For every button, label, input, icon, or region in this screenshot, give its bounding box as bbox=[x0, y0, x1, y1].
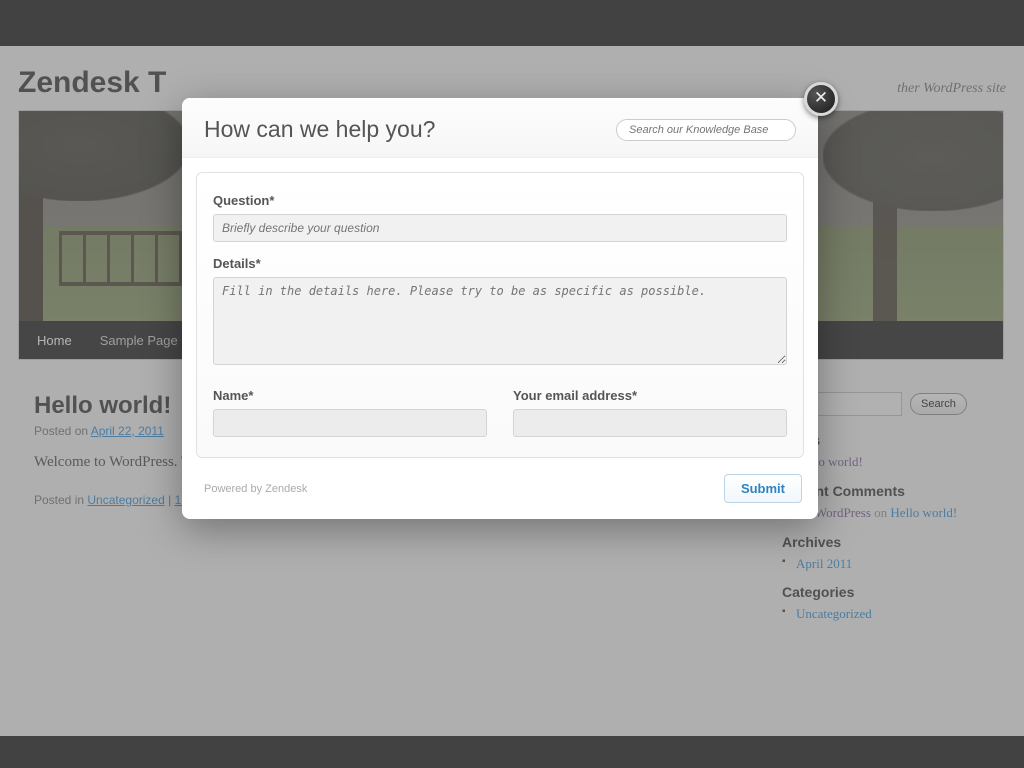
details-label: Details* bbox=[213, 256, 787, 271]
question-label: Question* bbox=[213, 193, 787, 208]
email-label: Your email address* bbox=[513, 388, 787, 403]
close-icon: ✕ bbox=[814, 88, 828, 107]
modal-title: How can we help you? bbox=[204, 116, 435, 143]
powered-by-text: Powered by Zendesk bbox=[204, 483, 307, 495]
close-button[interactable]: ✕ bbox=[804, 82, 838, 116]
name-input[interactable] bbox=[213, 409, 487, 437]
help-modal: How can we help you? Question* Details* … bbox=[182, 98, 818, 519]
kb-search-input[interactable] bbox=[616, 119, 796, 141]
details-textarea[interactable] bbox=[213, 277, 787, 365]
name-label: Name* bbox=[213, 388, 487, 403]
question-input[interactable] bbox=[213, 214, 787, 242]
submit-button[interactable]: Submit bbox=[724, 474, 802, 503]
email-input[interactable] bbox=[513, 409, 787, 437]
